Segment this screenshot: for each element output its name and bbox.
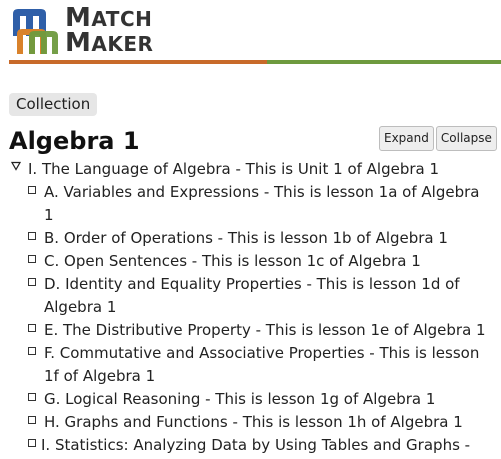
divider-left <box>9 60 267 64</box>
expand-collapse-group: Expand Collapse <box>379 126 497 151</box>
expand-button[interactable]: Expand <box>379 126 434 151</box>
leaf-node-icon <box>28 186 36 194</box>
lesson-item[interactable]: G. Logical Reasoning - This is lesson 1g… <box>0 388 501 411</box>
logo-word-2: AKER <box>91 32 154 56</box>
lesson-label[interactable]: H. Graphs and Functions - This is lesson… <box>44 411 491 434</box>
page: MATCH MAKER Collection Algebra 1 Expand … <box>0 0 501 459</box>
lesson-item[interactable]: A. Variables and Expressions - This is l… <box>0 181 501 227</box>
lesson-item[interactable]: D. Identity and Equality Properties - Th… <box>0 273 501 319</box>
divider-right <box>267 60 501 64</box>
lesson-label[interactable]: C. Open Sentences - This is lesson 1c of… <box>44 250 491 273</box>
lesson-item[interactable]: H. Graphs and Functions - This is lesson… <box>0 411 501 434</box>
lesson-tree: I. The Language of Algebra - This is Uni… <box>0 158 501 459</box>
lesson-item[interactable]: B. Order of Operations - This is lesson … <box>0 227 501 250</box>
page-title: Algebra 1 <box>9 127 140 155</box>
tree-unit[interactable]: I. The Language of Algebra - This is Uni… <box>0 158 501 181</box>
lesson-label[interactable]: I. Statistics: Analyzing Data by Using T… <box>41 434 491 459</box>
lesson-label[interactable]: F. Commutative and Associative Propertie… <box>44 342 491 388</box>
lesson-label[interactable]: G. Logical Reasoning - This is lesson 1g… <box>44 388 491 411</box>
expanded-triangle-icon[interactable] <box>11 161 21 171</box>
logo-mark-icon <box>13 9 58 54</box>
leaf-node-icon <box>28 232 36 240</box>
lesson-label[interactable]: D. Identity and Equality Properties - Th… <box>44 273 491 319</box>
lesson-label[interactable]: B. Order of Operations - This is lesson … <box>44 227 491 250</box>
leaf-node-icon <box>28 255 36 263</box>
leaf-node-icon <box>28 324 36 332</box>
lesson-item[interactable]: E. The Distributive Property - This is l… <box>0 319 501 342</box>
collection-button[interactable]: Collection <box>9 93 98 116</box>
leaf-node-icon <box>28 416 36 424</box>
leaf-node-icon <box>28 347 36 355</box>
lesson-item[interactable]: C. Open Sentences - This is lesson 1c of… <box>0 250 501 273</box>
leaf-node-icon <box>28 439 36 447</box>
header-divider <box>9 60 501 64</box>
lesson-item[interactable]: I. Statistics: Analyzing Data by Using T… <box>0 434 501 459</box>
matchmaker-logo[interactable]: MATCH MAKER <box>11 5 171 58</box>
logo-text: MATCH MAKER <box>65 5 154 58</box>
leaf-node-icon <box>28 393 36 401</box>
lesson-item[interactable]: F. Commutative and Associative Propertie… <box>0 342 501 388</box>
lesson-label[interactable]: A. Variables and Expressions - This is l… <box>44 181 491 227</box>
logo-word-1: ATCH <box>91 7 153 31</box>
collapse-button[interactable]: Collapse <box>435 126 497 151</box>
logo-line-2: MAKER <box>65 28 154 58</box>
lesson-label[interactable]: E. The Distributive Property - This is l… <box>44 319 491 342</box>
unit-label[interactable]: I. The Language of Algebra - This is Uni… <box>28 160 439 178</box>
leaf-node-icon <box>28 278 36 286</box>
